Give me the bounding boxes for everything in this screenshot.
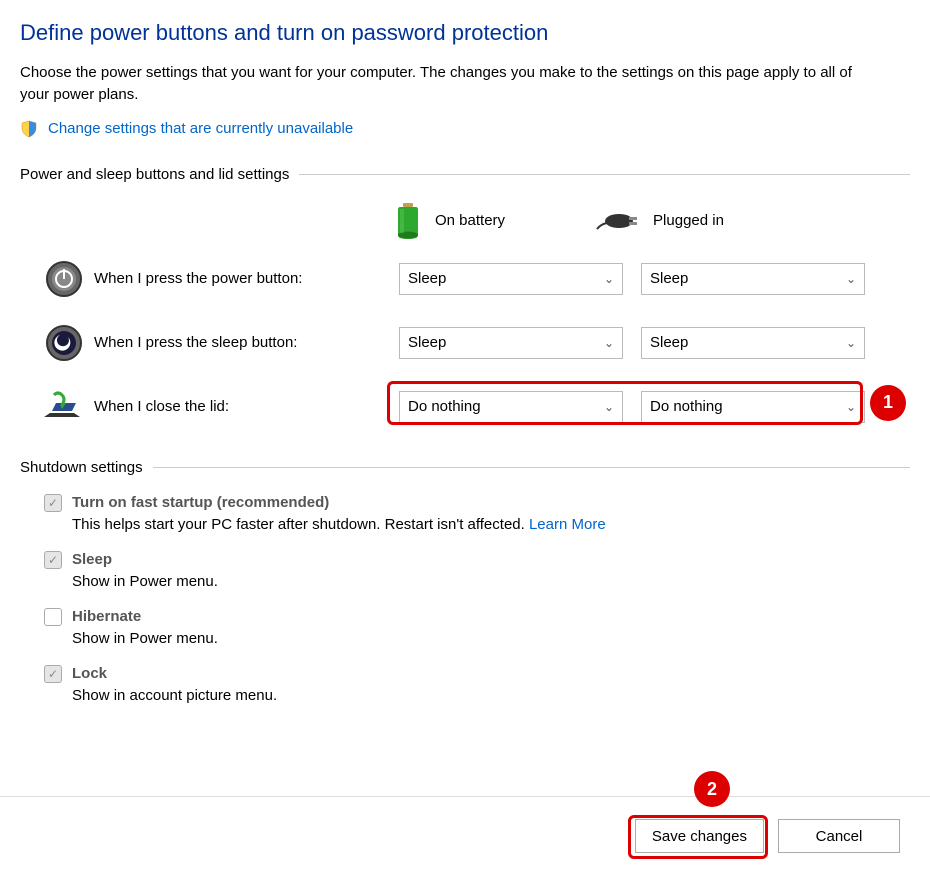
check-desc-hibernate: Show in Power menu. xyxy=(44,630,910,647)
check-desc-lock: Show in account picture menu. xyxy=(44,687,910,704)
select-power-battery-value: Sleep xyxy=(408,270,446,287)
select-power-battery[interactable]: Sleep ⌄ xyxy=(399,263,623,295)
laptop-lid-icon xyxy=(44,387,84,427)
check-item-fast-startup: ✓ Turn on fast startup (recommended) Thi… xyxy=(20,494,910,533)
check-label-hibernate: Hibernate xyxy=(72,608,141,625)
select-lid-battery[interactable]: Do nothing ⌄ xyxy=(399,391,623,423)
checkbox-sleep[interactable]: ✓ xyxy=(44,551,62,569)
chevron-down-icon: ⌄ xyxy=(846,272,856,286)
annotation-callout-2: 2 xyxy=(694,771,730,807)
check-label-lock: Lock xyxy=(72,665,107,682)
check-desc-fast-startup-text: This helps start your PC faster after sh… xyxy=(72,516,529,533)
section-power-buttons: Power and sleep buttons and lid settings xyxy=(20,166,910,183)
chevron-down-icon: ⌄ xyxy=(846,400,856,414)
footer: Save changes Cancel 2 xyxy=(0,796,930,875)
select-sleep-battery[interactable]: Sleep ⌄ xyxy=(399,327,623,359)
col-head-plugged-label: Plugged in xyxy=(653,212,724,229)
select-sleep-plugged-value: Sleep xyxy=(650,334,688,351)
annotation-callout-1: 1 xyxy=(870,385,906,421)
sleep-button-icon xyxy=(44,323,84,363)
check-item-sleep: ✓ Sleep Show in Power menu. xyxy=(20,551,910,590)
check-desc-sleep: Show in Power menu. xyxy=(44,573,910,590)
plug-icon xyxy=(595,209,639,233)
change-settings-link[interactable]: Change settings that are currently unava… xyxy=(48,120,353,137)
select-sleep-battery-value: Sleep xyxy=(408,334,446,351)
chevron-down-icon: ⌄ xyxy=(846,336,856,350)
shield-icon xyxy=(20,120,38,138)
section-power-buttons-label: Power and sleep buttons and lid settings xyxy=(20,166,289,183)
power-button-icon xyxy=(44,259,84,299)
learn-more-link[interactable]: Learn More xyxy=(529,516,606,533)
chevron-down-icon: ⌄ xyxy=(604,400,614,414)
select-lid-plugged[interactable]: Do nothing ⌄ xyxy=(641,391,865,423)
check-item-lock: ✓ Lock Show in account picture menu. xyxy=(20,665,910,704)
row-close-lid: When I close the lid: Do nothing ⌄ Do no… xyxy=(20,387,910,427)
row-label-power: When I press the power button: xyxy=(94,270,389,287)
cancel-button[interactable]: Cancel xyxy=(778,819,900,853)
divider xyxy=(299,174,910,175)
select-lid-battery-value: Do nothing xyxy=(408,398,481,415)
row-power-button: When I press the power button: Sleep ⌄ S… xyxy=(20,259,910,299)
row-label-lid: When I close the lid: xyxy=(94,398,389,415)
save-changes-button[interactable]: Save changes xyxy=(635,819,764,853)
section-shutdown-label: Shutdown settings xyxy=(20,459,143,476)
check-desc-fast-startup: This helps start your PC faster after sh… xyxy=(44,516,910,533)
divider xyxy=(153,467,910,468)
col-head-battery: On battery xyxy=(395,201,505,241)
row-sleep-button: When I press the sleep button: Sleep ⌄ S… xyxy=(20,323,910,363)
col-head-battery-label: On battery xyxy=(435,212,505,229)
check-item-hibernate: Hibernate Show in Power menu. xyxy=(20,608,910,647)
select-sleep-plugged[interactable]: Sleep ⌄ xyxy=(641,327,865,359)
checkbox-lock[interactable]: ✓ xyxy=(44,665,62,683)
chevron-down-icon: ⌄ xyxy=(604,272,614,286)
check-label-sleep: Sleep xyxy=(72,551,112,568)
page-description: Choose the power settings that you want … xyxy=(20,62,880,106)
checkbox-fast-startup[interactable]: ✓ xyxy=(44,494,62,512)
select-power-plugged-value: Sleep xyxy=(650,270,688,287)
chevron-down-icon: ⌄ xyxy=(604,336,614,350)
section-shutdown: Shutdown settings xyxy=(20,459,910,476)
battery-icon xyxy=(395,201,421,241)
checkbox-hibernate[interactable] xyxy=(44,608,62,626)
page-title: Define power buttons and turn on passwor… xyxy=(20,20,910,46)
select-lid-plugged-value: Do nothing xyxy=(650,398,723,415)
row-label-sleep: When I press the sleep button: xyxy=(94,334,389,351)
select-power-plugged[interactable]: Sleep ⌄ xyxy=(641,263,865,295)
check-label-fast-startup: Turn on fast startup (recommended) xyxy=(72,494,329,511)
col-head-plugged: Plugged in xyxy=(595,209,724,233)
column-headers: On battery Plugged in xyxy=(20,201,910,241)
